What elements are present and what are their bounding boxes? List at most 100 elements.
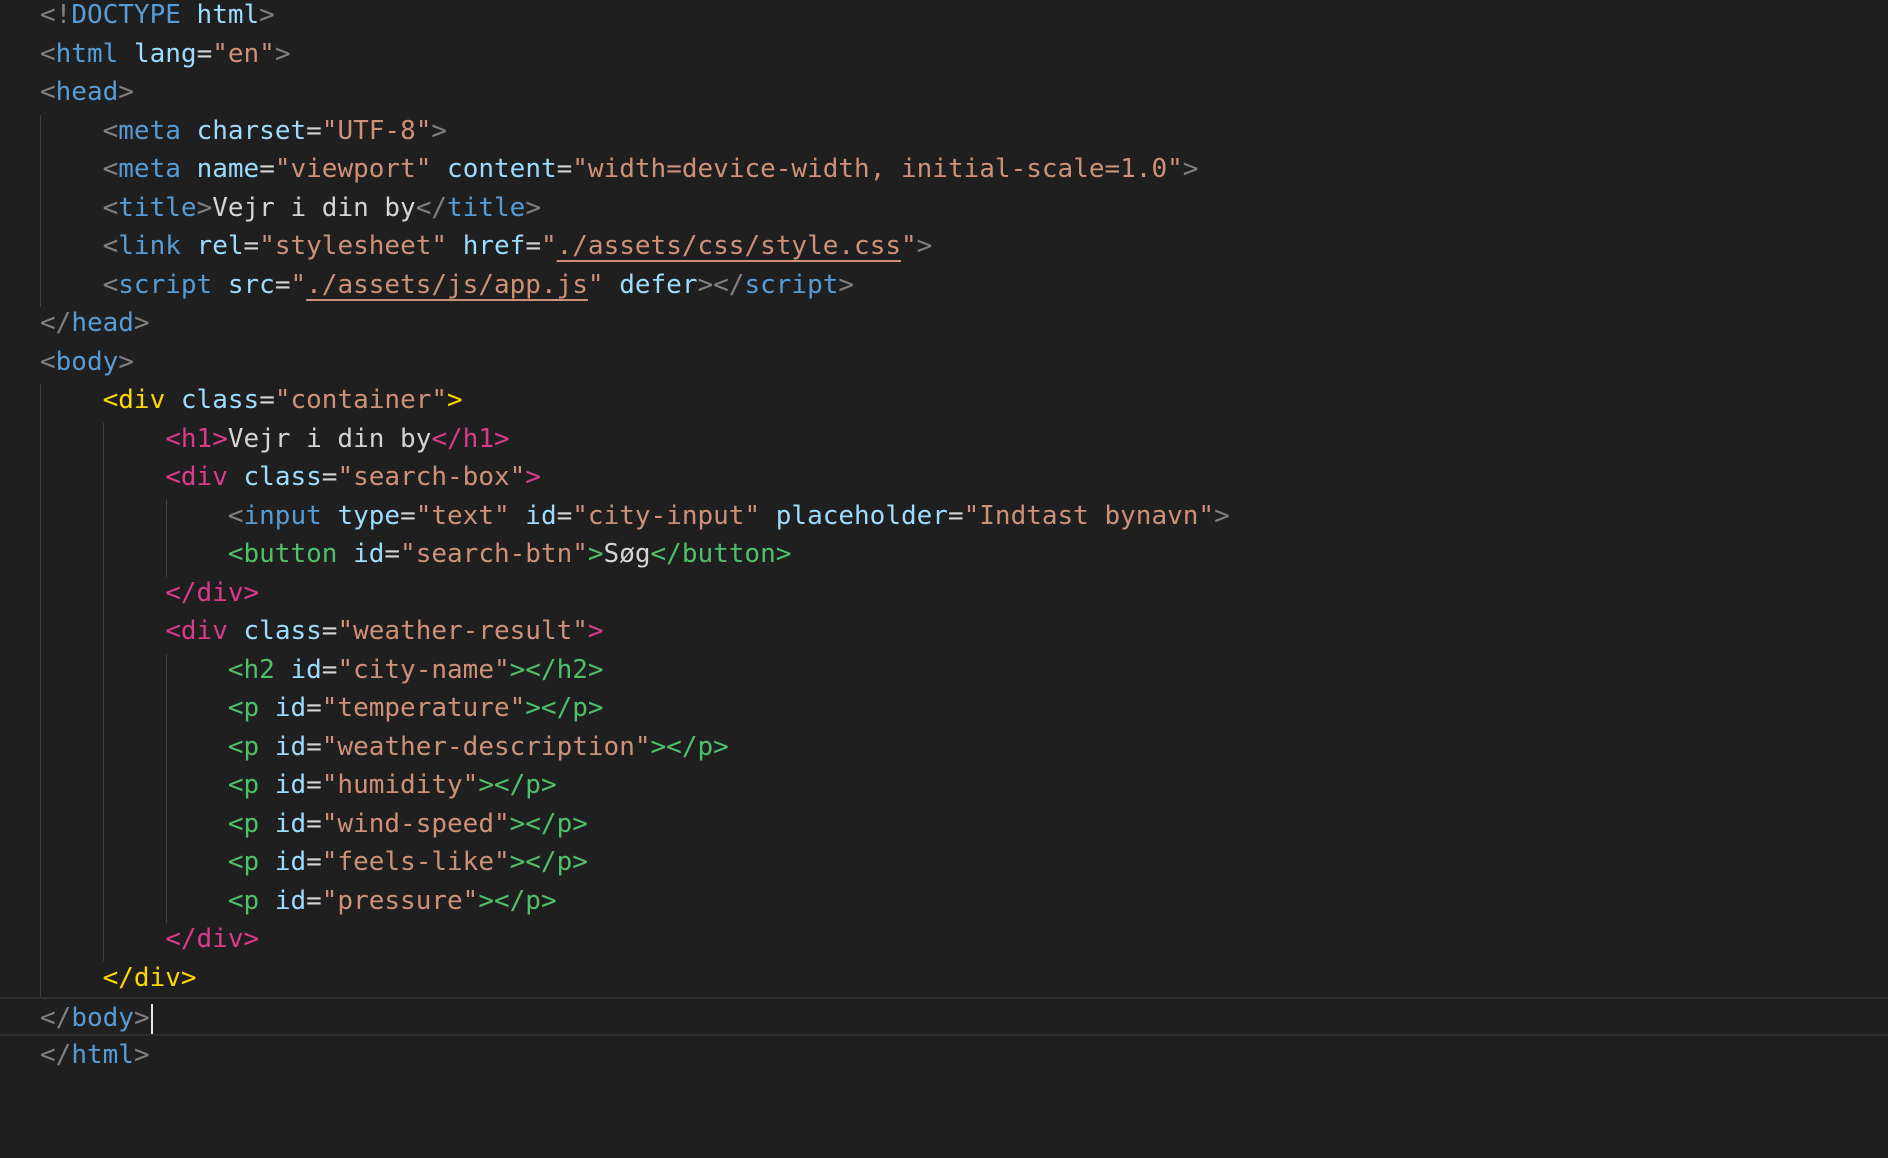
code-line-text: <meta charset="UTF-8"> (40, 112, 447, 151)
code-token: type (337, 500, 401, 531)
code-line-text: <input type="text" id="city-input" place… (40, 497, 1230, 536)
code-line-text: <link rel="stylesheet" href="./assets/cs… (40, 227, 933, 266)
code-token: > (133, 1039, 150, 1070)
code-line[interactable]: <div class="weather-result"> (0, 612, 1888, 651)
code-token: = (274, 269, 291, 300)
code-line[interactable]: <script src="./assets/js/app.js" defer><… (0, 266, 1888, 305)
code-line[interactable]: <p id="wind-speed"></p> (0, 805, 1888, 844)
code-token: > (525, 462, 541, 492)
code-line[interactable]: <p id="temperature"></p> (0, 689, 1888, 728)
code-line[interactable]: <input type="text" id="city-input" place… (0, 497, 1888, 536)
code-line[interactable]: <!DOCTYPE html> (0, 0, 1888, 35)
code-editor[interactable]: <!DOCTYPE html> <html lang="en"> <head> <m… (0, 0, 1888, 1158)
code-line[interactable]: <button id="search-btn">Søg</button> (0, 535, 1888, 574)
code-token: href (462, 231, 526, 261)
code-line[interactable]: </html> (0, 1036, 1888, 1075)
text-cursor (150, 1003, 153, 1034)
code-token: = (306, 770, 322, 800)
code-token: > (1214, 500, 1230, 531)
code-token: ></h2> (509, 654, 604, 685)
code-line[interactable]: </body> (0, 997, 1888, 1036)
code-token: ></ (697, 269, 745, 300)
code-line[interactable]: <link rel="stylesheet" href="./assets/cs… (0, 227, 1888, 266)
code-token: = (306, 847, 322, 877)
code-token: ></p> (509, 847, 588, 877)
code-line[interactable]: <h1>Vejr i din by</h1> (0, 420, 1888, 459)
code-token: " (587, 269, 604, 300)
code-line-text: <div class="search-box"> (40, 458, 541, 497)
code-token: "weather-description" (321, 731, 651, 762)
code-line-text: <!DOCTYPE html> (40, 0, 275, 35)
code-line[interactable]: <div class="search-box"> (0, 458, 1888, 497)
code-token: < (102, 192, 119, 223)
code-line[interactable]: <h2 id="city-name"></h2> (0, 651, 1888, 690)
code-line[interactable]: <div class="container"> (0, 381, 1888, 420)
code-token: ></p> (478, 770, 557, 800)
code-token: <h2 (227, 654, 275, 685)
code-line[interactable]: <html lang="en"> (0, 35, 1888, 74)
code-token: head (55, 77, 119, 107)
code-token: "search-box" (337, 462, 526, 492)
code-token: <div (102, 385, 166, 415)
code-line[interactable]: <meta name="viewport" content="width=dev… (0, 150, 1888, 189)
code-token: "temperature" (321, 693, 526, 723)
code-token: > (196, 192, 213, 223)
code-token: > (838, 269, 855, 300)
code-token: " (901, 231, 917, 261)
code-line[interactable]: <meta charset="UTF-8"> (0, 112, 1888, 151)
code-token: </ (40, 308, 72, 338)
code-line[interactable]: <p id="humidity"></p> (0, 766, 1888, 805)
code-line[interactable]: </div> (0, 959, 1888, 998)
code-token: "pressure" (321, 885, 479, 916)
code-token: > (133, 1003, 150, 1033)
code-line-text: </html> (40, 1036, 150, 1075)
code-token: = (525, 231, 541, 261)
code-line[interactable]: </div> (0, 920, 1888, 959)
code-line-text: </body> (40, 999, 153, 1038)
code-token: placeholder (775, 500, 948, 531)
code-token: class (180, 385, 260, 415)
code-token: > (587, 539, 604, 569)
code-line-text: <p id="temperature"></p> (40, 689, 604, 728)
code-token: html (196, 0, 260, 30)
code-token: = (321, 654, 338, 685)
code-line[interactable]: <head> (0, 73, 1888, 112)
code-token: > (916, 231, 933, 261)
code-line-text: <body> (40, 343, 134, 382)
code-line[interactable]: <p id="feels-like"></p> (0, 843, 1888, 882)
code-line[interactable]: </head> (0, 304, 1888, 343)
code-token: = (556, 500, 573, 531)
code-line[interactable]: <title>Vejr i din by</title> (0, 189, 1888, 228)
code-token: = (196, 38, 213, 69)
code-line[interactable]: </div> (0, 574, 1888, 613)
code-token: "feels-like" (321, 847, 510, 877)
code-token: < (102, 231, 119, 261)
code-token: = (306, 115, 322, 146)
code-line[interactable]: <body> (0, 343, 1888, 382)
code-token: <p (227, 885, 260, 916)
code-token: </ (40, 1039, 72, 1070)
code-token: <p (227, 847, 260, 877)
code-token: Søg (603, 539, 651, 569)
code-token: "text" (415, 500, 510, 531)
code-token: > (447, 385, 463, 415)
code-line-text: <meta name="viewport" content="width=dev… (40, 150, 1199, 189)
code-line[interactable]: <p id="pressure"></p> (0, 882, 1888, 921)
code-line[interactable]: <p id="weather-description"></p> (0, 728, 1888, 767)
